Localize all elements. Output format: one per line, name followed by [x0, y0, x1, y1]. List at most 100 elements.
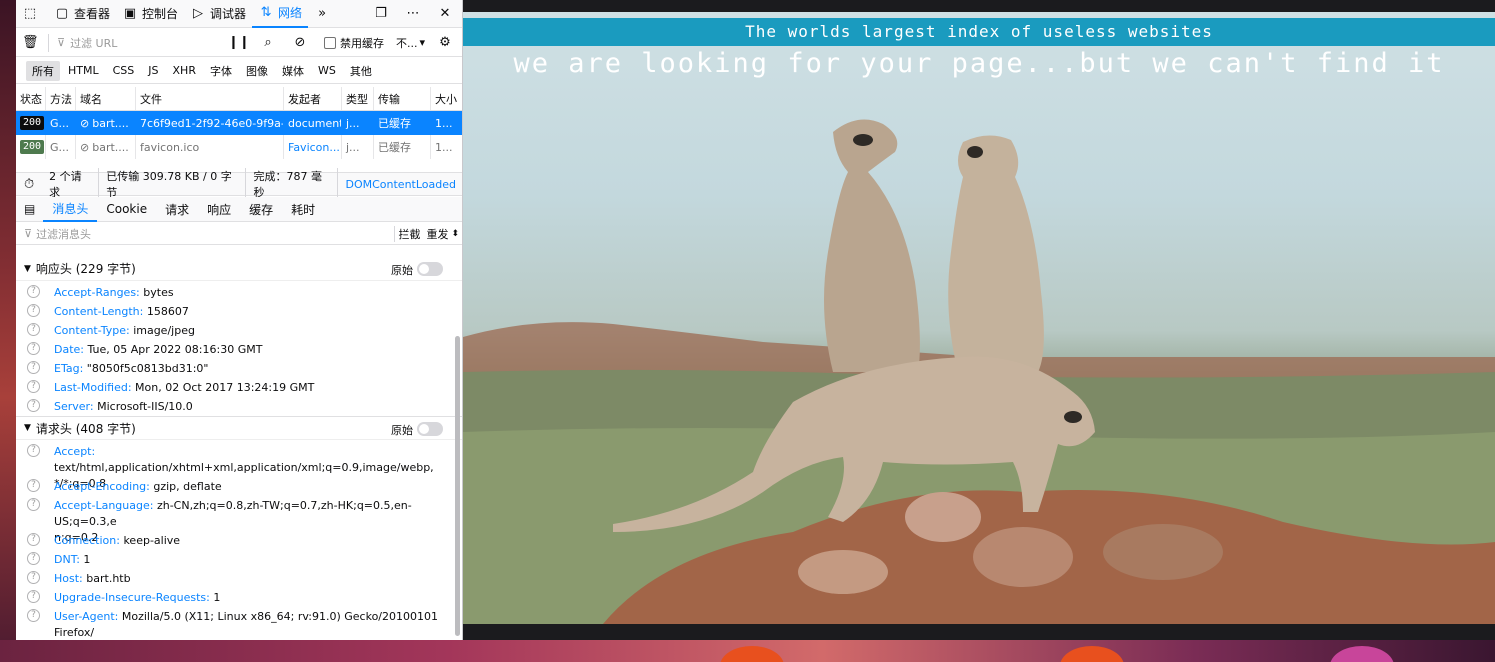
detail-tab-1[interactable]: Cookie [97, 197, 156, 222]
cell-transfer-text: 已缓存 [378, 117, 411, 130]
header-entry[interactable]: ? Host: bart.htb [16, 571, 451, 587]
type-filter-bar: 所有 HTML CSS JS XHR 字体 图像 媒体 WS 其他 [16, 58, 462, 84]
type-filter-8[interactable]: WS [312, 62, 342, 79]
block-request-button[interactable]: 拦截 [394, 225, 423, 242]
column-header[interactable]: 发起者 [284, 87, 342, 110]
column-header[interactable]: 状态 [16, 87, 46, 110]
help-icon[interactable]: ? [27, 323, 40, 336]
type-filter-6[interactable]: 图像 [240, 61, 274, 81]
disable-cache-label: 禁用缓存 [339, 36, 384, 50]
type-filter-1[interactable]: HTML [62, 62, 105, 79]
detail-tab-4[interactable]: 缓存 [240, 197, 282, 222]
url-filter-input[interactable]: ⊽ 过滤 URL [49, 35, 222, 51]
column-header[interactable]: 域名 [76, 87, 136, 110]
search-button[interactable]: ⌕ [254, 29, 286, 57]
type-filter-7[interactable]: 媒体 [276, 61, 310, 81]
type-filter-3[interactable]: JS [142, 62, 164, 79]
header-entry[interactable]: ? ETag: "8050f5c0813bd31:0" [16, 361, 451, 377]
element-picker-button[interactable]: ⬚ [16, 0, 48, 28]
cell-initiator-text: Favicon... [288, 140, 340, 154]
pause-icon: ❙❙ [227, 34, 250, 50]
column-header[interactable]: 大小 [431, 87, 462, 110]
header-entry[interactable]: ? Server: Microsoft-IIS/10.0 [16, 399, 451, 415]
help-icon[interactable]: ? [27, 285, 40, 298]
help-icon[interactable]: ? [27, 609, 40, 622]
raw-toggle[interactable] [417, 422, 443, 436]
response-headers-section[interactable]: ▼ 响应头 (229 字节) 原始 [16, 257, 462, 281]
headers-filter-input[interactable]: 过滤消息头 [36, 226, 394, 242]
help-icon[interactable]: ? [27, 361, 40, 374]
detail-tab-5[interactable]: 耗时 [282, 197, 324, 222]
help-icon[interactable]: ? [27, 498, 40, 511]
request-headers-section[interactable]: ▼ 请求头 (408 字节) 原始 [16, 416, 462, 440]
type-filter-5[interactable]: 字体 [204, 61, 238, 81]
cell-initiator-text: document [288, 116, 342, 130]
help-icon[interactable]: ? [27, 380, 40, 393]
more-tabs-button[interactable]: » [308, 0, 340, 28]
header-value: "8050f5c0813bd31:0" [86, 362, 209, 375]
help-icon[interactable]: ? [27, 552, 40, 565]
tab-inspector[interactable]: ▢ 查看器 [48, 0, 116, 28]
request-headers-title: 请求头 (408 字节) [35, 421, 136, 436]
tab-network[interactable]: ⇅ 网络 [252, 0, 309, 28]
url-filter-placeholder: 过滤 URL [70, 36, 118, 50]
disable-cache-checkbox[interactable]: 禁用缓存 [318, 29, 390, 57]
header-entry[interactable]: ? Accept-Encoding: gzip, deflate [16, 479, 451, 495]
trash-icon: 🗑 [22, 34, 39, 50]
column-header[interactable]: 传输 [374, 87, 431, 110]
header-entry[interactable]: ? DNT: 1 [16, 552, 451, 568]
clear-button[interactable]: 🗑 [16, 29, 48, 57]
network-settings-button[interactable]: ⚙ [431, 29, 462, 57]
tab-debugger[interactable]: ▷ 调试器 [184, 0, 252, 28]
options-menu-button[interactable]: ⋯ [399, 0, 431, 28]
header-entry[interactable]: ? Upgrade-Insecure-Requests: 1 [16, 590, 451, 606]
help-icon[interactable]: ? [27, 444, 40, 457]
table-row[interactable]: 200 G... ⊘ bart.... 7c6f9ed1-2f92-46e0-9f9a-… [16, 111, 462, 135]
help-icon[interactable]: ? [27, 342, 40, 355]
type-filter-4[interactable]: XHR [167, 62, 202, 79]
header-entry[interactable]: ? Date: Tue, 05 Apr 2022 08:16:30 GMT [16, 342, 451, 358]
block-button[interactable]: ⊘ [286, 29, 318, 57]
throttle-select[interactable]: 不... ▾ [390, 29, 431, 57]
headers-filter: ⊽ 过滤消息头 拦截 重发 ⬍ [16, 223, 462, 245]
header-name: Accept-Encoding: [54, 480, 150, 493]
table-row[interactable]: 200 G... ⊘ bart.... favicon.ico Favicon... j..… [16, 135, 462, 159]
close-devtools-button[interactable]: ✕ [431, 0, 462, 28]
scrollbar[interactable] [455, 336, 460, 636]
detail-tab-0[interactable]: 消息头 [43, 197, 98, 222]
header-entry[interactable]: ? Content-Length: 158607 [16, 304, 451, 320]
dock-button[interactable]: ❐ [367, 0, 399, 28]
header-entry[interactable]: ? User-Agent: Mozilla/5.0 (X11; Linux x86… [16, 609, 451, 640]
resend-button[interactable]: 重发 [423, 226, 451, 242]
header-entry[interactable]: ? Accept-Ranges: bytes [16, 285, 451, 301]
panel-toggle-icon[interactable]: ▤ [16, 202, 43, 216]
header-entry[interactable]: ? Last-Modified: Mon, 02 Oct 2017 13:24:1… [16, 380, 451, 396]
header-entry[interactable]: ? Content-Type: image/jpeg [16, 323, 451, 339]
cell-domain: ⊘ bart.... [76, 135, 136, 159]
stopwatch-icon: ⏱ [24, 176, 35, 192]
pause-button[interactable]: ❙❙ [222, 29, 254, 57]
column-header[interactable]: 方法 [46, 87, 76, 110]
raw-toggle[interactable] [417, 262, 443, 276]
detail-tab-2[interactable]: 请求 [156, 197, 198, 222]
help-icon[interactable]: ? [27, 571, 40, 584]
column-header[interactable]: 文件 [136, 87, 284, 110]
header-entry[interactable]: ? Connection: keep-alive [16, 533, 451, 549]
help-icon[interactable]: ? [27, 304, 40, 317]
search-icon: ⌕ [264, 34, 272, 50]
tab-console[interactable]: ▣ 控制台 [116, 0, 184, 28]
help-icon[interactable]: ? [27, 399, 40, 412]
help-icon[interactable]: ? [27, 479, 40, 492]
type-filter-0[interactable]: 所有 [26, 60, 60, 81]
type-filter-9[interactable]: 其他 [344, 61, 378, 81]
type-filter-2[interactable]: CSS [107, 62, 141, 79]
detail-tab-3[interactable]: 响应 [198, 197, 240, 222]
inspector-icon: ▢ [55, 5, 69, 21]
help-icon[interactable]: ? [27, 533, 40, 546]
cell-status: 200 [16, 135, 46, 159]
help-icon[interactable]: ? [27, 590, 40, 603]
chevron-down-icon: ▾ [419, 36, 425, 49]
cell-domain-text: bart.... [92, 116, 129, 130]
cell-status: 200 [16, 111, 46, 135]
column-header[interactable]: 类型 [342, 87, 374, 110]
